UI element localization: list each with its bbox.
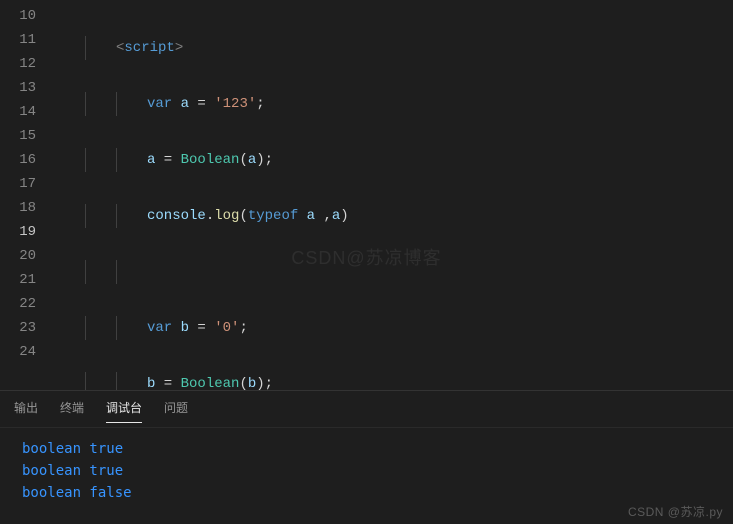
line-number: 21 [0, 268, 54, 292]
line-number: 19 [0, 220, 54, 244]
line-number: 20 [0, 244, 54, 268]
line-number: 18 [0, 196, 54, 220]
line-number-gutter: 10 11 12 13 14 15 16 17 18 19 20 21 22 2… [0, 0, 54, 390]
code-line[interactable]: b = Boolean(b); [54, 372, 733, 390]
line-number: 14 [0, 100, 54, 124]
line-number: 22 [0, 292, 54, 316]
code-line[interactable]: <script> [54, 36, 733, 60]
line-number: 16 [0, 148, 54, 172]
code-line[interactable]: var a = '123'; [54, 92, 733, 116]
line-number: 13 [0, 76, 54, 100]
console-line: boolean true [22, 438, 723, 460]
console-line: boolean false [22, 482, 723, 504]
tab-problems[interactable]: 问题 [164, 399, 188, 423]
line-number: 11 [0, 28, 54, 52]
code-line[interactable]: a = Boolean(a); [54, 148, 733, 172]
line-number: 12 [0, 52, 54, 76]
panel-tabs: 输出 终端 调试台 问题 [0, 391, 733, 428]
line-number: 15 [0, 124, 54, 148]
code-editor[interactable]: 10 11 12 13 14 15 16 17 18 19 20 21 22 2… [0, 0, 733, 390]
code-line[interactable] [54, 260, 733, 284]
debug-console-output[interactable]: boolean true boolean true boolean false [0, 428, 733, 524]
code-line[interactable]: var b = '0'; [54, 316, 733, 340]
line-number: 10 [0, 4, 54, 28]
code-line[interactable]: console.log(typeof a ,a) [54, 204, 733, 228]
code-area[interactable]: <script> var a = '123'; a = Boolean(a); … [54, 0, 733, 390]
line-number: 23 [0, 316, 54, 340]
bottom-panel: 输出 终端 调试台 问题 boolean true boolean true b… [0, 390, 733, 524]
line-number: 17 [0, 172, 54, 196]
tab-terminal[interactable]: 终端 [60, 399, 84, 423]
tab-output[interactable]: 输出 [14, 399, 38, 423]
console-line: boolean true [22, 460, 723, 482]
line-number: 24 [0, 340, 54, 364]
tab-debug-console[interactable]: 调试台 [106, 399, 142, 423]
